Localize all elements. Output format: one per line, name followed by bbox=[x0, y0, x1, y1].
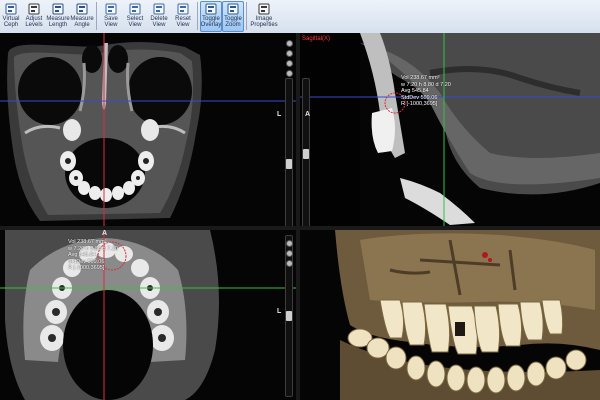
coronal-control-1[interactable] bbox=[286, 40, 293, 47]
measure-angle-icon bbox=[76, 3, 88, 15]
volume-render-image bbox=[300, 230, 600, 400]
sagittal-volume-measurement[interactable]: Vol 238.67 mm³ w 7.20 h 8.80 d 7.20 Avg … bbox=[401, 75, 451, 108]
toggle-overlay-button[interactable]: Toggle Overlay bbox=[200, 1, 222, 32]
select-view-button[interactable]: Select View bbox=[123, 1, 147, 32]
viewport-divider-horizontal[interactable] bbox=[0, 226, 600, 230]
select-view-icon bbox=[129, 3, 141, 15]
axial-control-2[interactable] bbox=[286, 250, 293, 257]
reset-view-icon bbox=[177, 3, 189, 15]
coronal-scroll-thumb[interactable] bbox=[286, 159, 292, 169]
coronal-slice-image bbox=[0, 33, 296, 226]
axial-volume-measurement[interactable]: Vol 238.67 mm³ w 7.20 h 8.80 d 7.20 Avg … bbox=[68, 239, 118, 272]
axial-viewport[interactable]: A L Vol 238.67 mm³ w 7.20 h 8.80 d 7.20 … bbox=[0, 230, 296, 400]
axial-scroll-thumb[interactable] bbox=[286, 311, 292, 321]
adjust-levels-icon bbox=[28, 3, 40, 15]
toggle-zoom-icon bbox=[227, 3, 239, 15]
toolbar-button-label: Adjust Levels bbox=[25, 16, 43, 28]
viewport-divider-vertical[interactable] bbox=[296, 33, 300, 400]
measure-angle-button[interactable]: Measure Angle bbox=[70, 1, 94, 32]
coronal-control-3[interactable] bbox=[286, 60, 293, 67]
save-view-icon bbox=[105, 3, 117, 15]
toolbar-button-label: Measure Length bbox=[46, 16, 70, 28]
axial-slice-image bbox=[0, 230, 296, 400]
toolbar-separator bbox=[246, 2, 247, 30]
toolbar-separator bbox=[197, 2, 198, 30]
sagittal-orientation-label: A bbox=[305, 111, 311, 118]
reset-view-button[interactable]: Reset View bbox=[171, 1, 195, 32]
toolbar-button-label: Toggle Zoom bbox=[224, 16, 242, 28]
virtual-ceph-button[interactable]: Virtual Ceph bbox=[0, 1, 22, 32]
coronal-control-4[interactable] bbox=[286, 70, 293, 77]
toolbar-button-label: Toggle Overlay bbox=[200, 16, 222, 28]
measure-length-button[interactable]: Measure Length bbox=[46, 1, 70, 32]
main-toolbar: Virtual Ceph Adjust Levels Measure Length M… bbox=[0, 0, 600, 34]
adjust-levels-button[interactable]: Adjust Levels bbox=[22, 1, 46, 32]
save-view-button[interactable]: Save View bbox=[99, 1, 123, 32]
toolbar-button-label: Measure Angle bbox=[70, 16, 94, 28]
toggle-overlay-icon bbox=[205, 3, 217, 15]
delete-view-button[interactable]: Delete View bbox=[147, 1, 171, 32]
image-properties-icon bbox=[258, 3, 270, 15]
image-properties-button[interactable]: Image Properties bbox=[249, 1, 279, 32]
toolbar-button-label: Delete View bbox=[150, 16, 168, 28]
sagittal-viewport[interactable]: Sagittal(X) A Vol 238.67 mm³ w 7.20 h 8.… bbox=[300, 33, 600, 226]
measure-length-icon bbox=[52, 3, 64, 15]
axial-control-3[interactable] bbox=[286, 260, 293, 267]
sagittal-slice-image bbox=[300, 33, 600, 226]
delete-view-icon bbox=[153, 3, 165, 15]
coronal-control-2[interactable] bbox=[286, 50, 293, 57]
toolbar-button-label: Save View bbox=[104, 16, 118, 28]
toolbar-button-label: Image Properties bbox=[250, 16, 278, 28]
sagittal-scroll-thumb[interactable] bbox=[303, 149, 309, 159]
sagittal-slice-scrollbar[interactable] bbox=[302, 78, 310, 226]
toolbar-button-label: Select View bbox=[126, 16, 144, 28]
axial-top-label: A bbox=[102, 230, 108, 237]
sagittal-view-title: Sagittal(X) bbox=[302, 36, 331, 42]
toggle-zoom-button[interactable]: Toggle Zoom bbox=[222, 1, 244, 32]
coronal-slice-scrollbar[interactable] bbox=[285, 78, 293, 226]
volume-render-viewport[interactable] bbox=[300, 230, 600, 400]
coronal-viewport[interactable]: L bbox=[0, 33, 296, 226]
axial-orientation-label: L bbox=[277, 308, 282, 315]
virtual-ceph-icon bbox=[5, 3, 17, 15]
axial-control-1[interactable] bbox=[286, 240, 293, 247]
toolbar-button-label: Reset View bbox=[175, 16, 191, 28]
toolbar-button-label: Virtual Ceph bbox=[2, 16, 20, 28]
toolbar-separator bbox=[96, 2, 97, 30]
coronal-orientation-label: L bbox=[277, 111, 282, 118]
